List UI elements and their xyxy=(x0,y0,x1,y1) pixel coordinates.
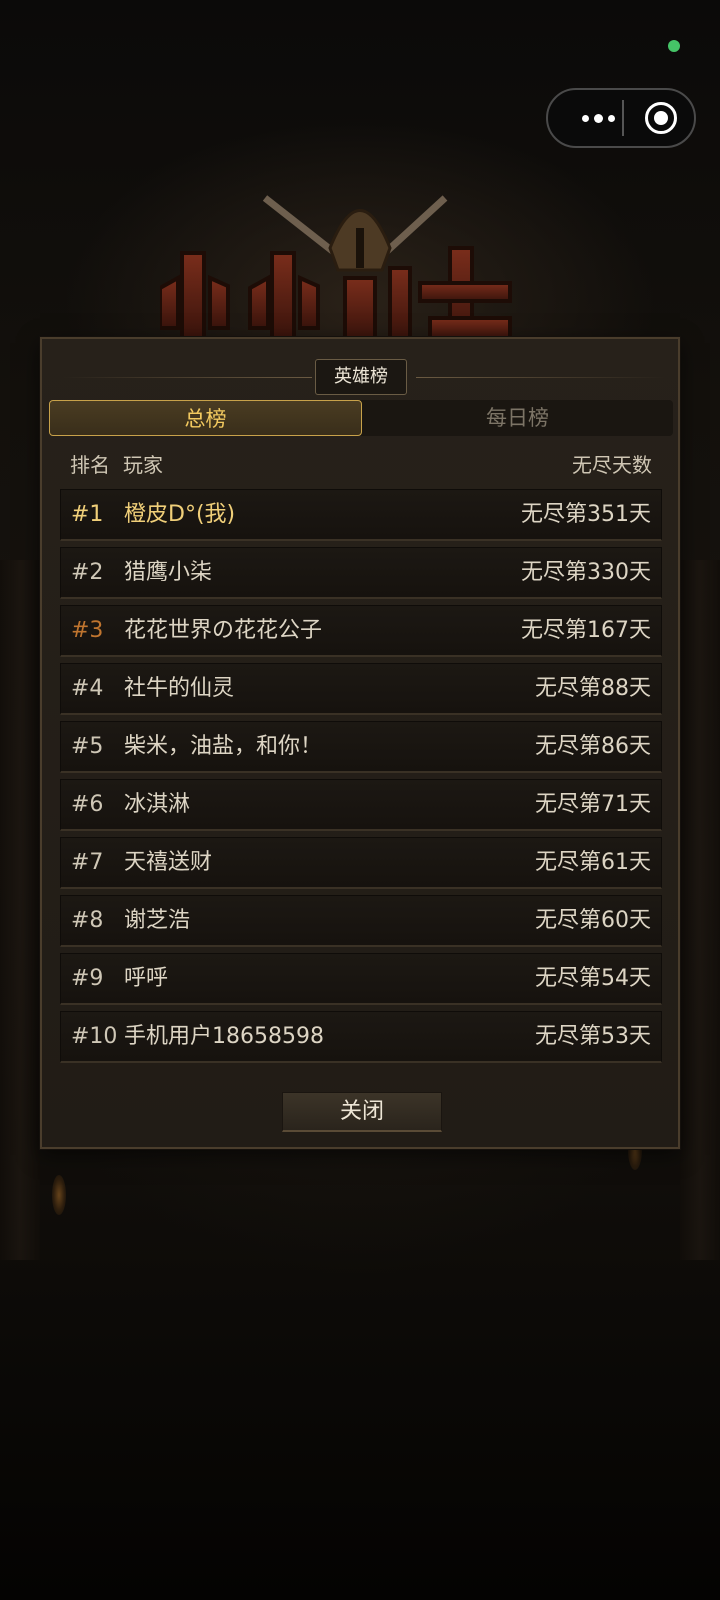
row-player-name: 橙皮D°(我) xyxy=(124,502,236,527)
row-score: 无尽第61天 xyxy=(535,850,651,875)
row-score: 无尽第330天 xyxy=(521,560,651,585)
leaderboard-row: #6 冰淇淋 无尽第71天 xyxy=(60,779,662,831)
leaderboard-row: #9 呼呼 无尽第54天 xyxy=(60,953,662,1005)
recording-indicator-dot xyxy=(668,40,680,52)
row-player-name: 猎鹰小柒 xyxy=(124,560,213,585)
capsule-divider xyxy=(622,100,624,136)
row-rank: #2 xyxy=(71,560,104,585)
title-divider-left xyxy=(62,377,312,378)
tab-daily[interactable]: 每日榜 xyxy=(362,400,673,436)
leaderboard-list[interactable]: #1 橙皮D°(我) 无尽第351天 #2 猎鹰小柒 无尽第330天 #3 花花… xyxy=(60,489,662,1071)
row-score: 无尽第351天 xyxy=(521,502,651,527)
leaderboard-row: #2 猎鹰小柒 无尽第330天 xyxy=(60,547,662,599)
row-player-name: 冰淇淋 xyxy=(124,792,191,817)
background-pillar-left xyxy=(0,560,40,1260)
column-header-score: 无尽天数 xyxy=(572,453,652,477)
leaderboard-tabs: 总榜 每日榜 xyxy=(49,400,673,436)
row-rank: #8 xyxy=(71,908,104,933)
leaderboard-row: #5 柴米，油盐，和你！ 无尽第86天 xyxy=(60,721,662,773)
background-pillar-right xyxy=(680,560,720,1260)
row-score: 无尽第60天 xyxy=(535,908,651,933)
column-header-rank: 排名 xyxy=(70,453,110,477)
game-logo xyxy=(160,195,512,338)
row-player-name: 花花世界の花花公子 xyxy=(124,618,323,643)
game-screen: 英雄榜 总榜 每日榜 排名 玩家 无尽天数 #1 橙皮D°(我) 无尽第351天… xyxy=(0,0,720,1600)
row-player-name: 社牛的仙灵 xyxy=(124,676,235,701)
leaderboard-row: #4 社牛的仙灵 无尽第88天 xyxy=(60,663,662,715)
row-rank: #3 xyxy=(71,618,104,643)
row-player-name: 天禧送财 xyxy=(124,850,213,875)
panel-title: 英雄榜 xyxy=(315,359,407,395)
mini-program-capsule xyxy=(546,88,696,148)
row-score: 无尽第167天 xyxy=(521,618,651,643)
sword-right-icon xyxy=(382,195,448,256)
row-score: 无尽第86天 xyxy=(535,734,651,759)
leaderboard-panel: 英雄榜 总榜 每日榜 排名 玩家 无尽天数 #1 橙皮D°(我) 无尽第351天… xyxy=(40,337,680,1149)
torch-left-icon xyxy=(52,1175,66,1215)
leaderboard-row: #1 橙皮D°(我) 无尽第351天 xyxy=(60,489,662,541)
row-rank: #1 xyxy=(71,502,104,527)
row-score: 无尽第53天 xyxy=(535,1024,651,1049)
row-player-name: 手机用户18658598 xyxy=(124,1024,324,1049)
leaderboard-row: #10 手机用户18658598 无尽第53天 xyxy=(60,1011,662,1063)
title-divider-right xyxy=(416,377,666,378)
row-player-name: 柴米，油盐，和你！ xyxy=(124,734,323,759)
row-rank: #5 xyxy=(71,734,104,759)
close-button[interactable]: 关闭 xyxy=(282,1092,442,1132)
row-rank: #9 xyxy=(71,966,104,991)
row-score: 无尽第54天 xyxy=(535,966,651,991)
more-dots-icon[interactable] xyxy=(566,90,630,146)
sword-left-icon xyxy=(262,195,338,256)
column-header-player: 玩家 xyxy=(123,453,163,477)
tab-overall[interactable]: 总榜 xyxy=(49,400,362,436)
row-rank: #4 xyxy=(71,676,104,701)
row-player-name: 谢芝浩 xyxy=(124,908,191,933)
target-circle-icon[interactable] xyxy=(645,102,677,134)
row-rank: #10 xyxy=(71,1024,118,1049)
leaderboard-row: #3 花花世界の花花公子 无尽第167天 xyxy=(60,605,662,657)
leaderboard-row: #8 谢芝浩 无尽第60天 xyxy=(60,895,662,947)
row-score: 无尽第71天 xyxy=(535,792,651,817)
row-rank: #7 xyxy=(71,850,104,875)
row-rank: #6 xyxy=(71,792,104,817)
row-score: 无尽第88天 xyxy=(535,676,651,701)
row-player-name: 呼呼 xyxy=(124,966,169,991)
leaderboard-row: #7 天禧送财 无尽第61天 xyxy=(60,837,662,889)
